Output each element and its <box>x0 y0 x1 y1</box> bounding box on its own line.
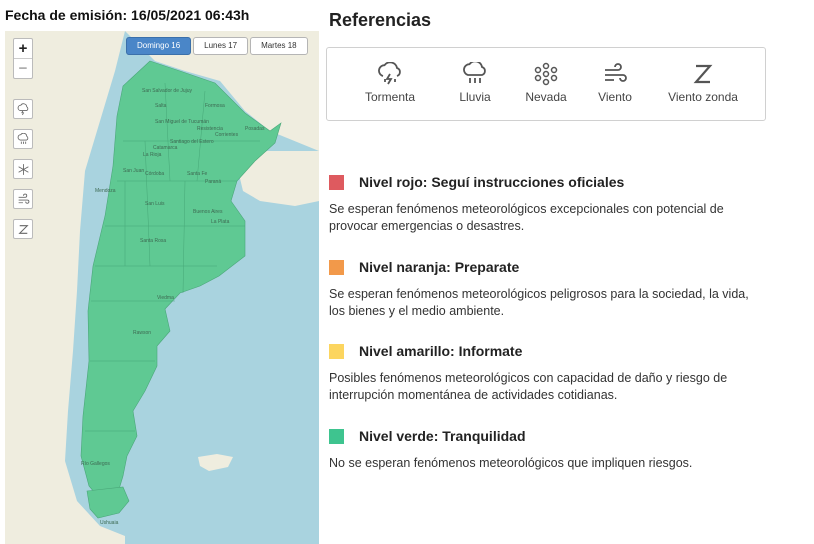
legend-label: Viento <box>598 90 632 104</box>
zoom-control: + − <box>13 38 33 79</box>
level-description: No se esperan fenómenos meteorológicos q… <box>329 456 693 470</box>
map-label: Río Gallegos <box>81 461 110 467</box>
references-title: Referencias <box>329 10 432 30</box>
zoom-in-button[interactable]: + <box>14 39 32 58</box>
snow-layer-button[interactable] <box>13 159 33 179</box>
map-label: San Miguel de Tucumán <box>155 119 209 125</box>
wind-icon <box>605 63 627 82</box>
map-label: Paraná <box>205 179 222 185</box>
storm-icon <box>378 62 401 85</box>
storm-layer-button[interactable] <box>13 99 33 119</box>
rain-layer-button[interactable] <box>13 129 33 149</box>
legend-item-viento-zonda: Viento zonda <box>665 62 741 104</box>
level-swatch <box>329 260 344 275</box>
storm-icon <box>17 102 28 115</box>
map-label: San Luis <box>145 201 165 207</box>
level-name: Nivel naranja: Preparate <box>359 259 520 275</box>
legend-item-lluvia: Lluvia <box>455 62 495 104</box>
map-label: La Plata <box>211 219 230 225</box>
level-description: Se esperan fenómenos meteorológicos peli… <box>329 287 749 318</box>
zonda-wind-icon <box>17 224 29 234</box>
tab-domingo-16[interactable]: Domingo 16 <box>126 37 192 55</box>
map-label: Viedma <box>157 295 174 301</box>
legend-box: Tormenta Lluvia Nevada Viento Viento zon… <box>326 47 766 121</box>
map-label: Salta <box>155 103 167 109</box>
zoom-out-button[interactable]: − <box>14 58 32 78</box>
level-swatch <box>329 344 344 359</box>
zonda-wind-layer-button[interactable] <box>13 219 33 239</box>
legend-item-nevada: Nevada <box>523 62 569 104</box>
legend-label: Nevada <box>525 90 567 104</box>
legend-item-viento: Viento <box>593 62 637 104</box>
map-label: La Rioja <box>143 152 162 158</box>
map-label: Posadas <box>245 126 265 132</box>
map-label: Rawson <box>133 330 152 336</box>
level-name: Nivel amarillo: Informate <box>359 343 523 359</box>
level-description: Se esperan fenómenos meteorológicos exce… <box>329 202 724 233</box>
map-label: San Juan <box>123 168 145 174</box>
map-label: Corrientes <box>215 132 239 138</box>
snow-icon <box>17 163 29 175</box>
map-label: Mendoza <box>95 188 116 194</box>
map-label: Santa Rosa <box>140 238 167 244</box>
tab-martes-18[interactable]: Martes 18 <box>250 37 308 55</box>
rain-icon <box>463 62 486 83</box>
map-label: Catamarca <box>153 145 178 151</box>
zonda-wind-icon <box>693 64 713 84</box>
rain-icon <box>17 132 28 144</box>
alert-map[interactable]: San Salvador de Jujuy Salta Formosa San … <box>5 31 319 544</box>
level-swatch <box>329 429 344 444</box>
level-description: Posibles fenómenos meteorológicos con ca… <box>329 371 728 402</box>
level-name: Nivel rojo: Seguí instrucciones oficiale… <box>359 174 625 190</box>
level-name: Nivel verde: Tranquilidad <box>359 428 526 444</box>
map-label: Santa Fe <box>187 171 208 177</box>
map-label: San Salvador de Jujuy <box>142 88 193 94</box>
level-swatch <box>329 175 344 190</box>
map-label: Ushuaia <box>100 520 119 526</box>
wind-icon <box>18 193 29 204</box>
legend-label: Tormenta <box>364 90 416 104</box>
tab-lunes-17[interactable]: Lunes 17 <box>193 37 249 55</box>
map-label: Formosa <box>205 103 225 109</box>
legend-item-tormenta: Tormenta <box>363 62 417 104</box>
day-tabs: Domingo 16 Lunes 17 Martes 18 <box>126 37 308 55</box>
legend-label: Lluvia <box>459 90 491 104</box>
wind-layer-button[interactable] <box>13 189 33 209</box>
map-label: Córdoba <box>145 171 165 177</box>
issue-date: Fecha de emisión: 16/05/2021 06:43h <box>5 7 250 23</box>
map-label: Buenos Aires <box>193 209 223 215</box>
snow-icon <box>534 62 558 86</box>
legend-label: Viento zonda <box>668 90 738 104</box>
